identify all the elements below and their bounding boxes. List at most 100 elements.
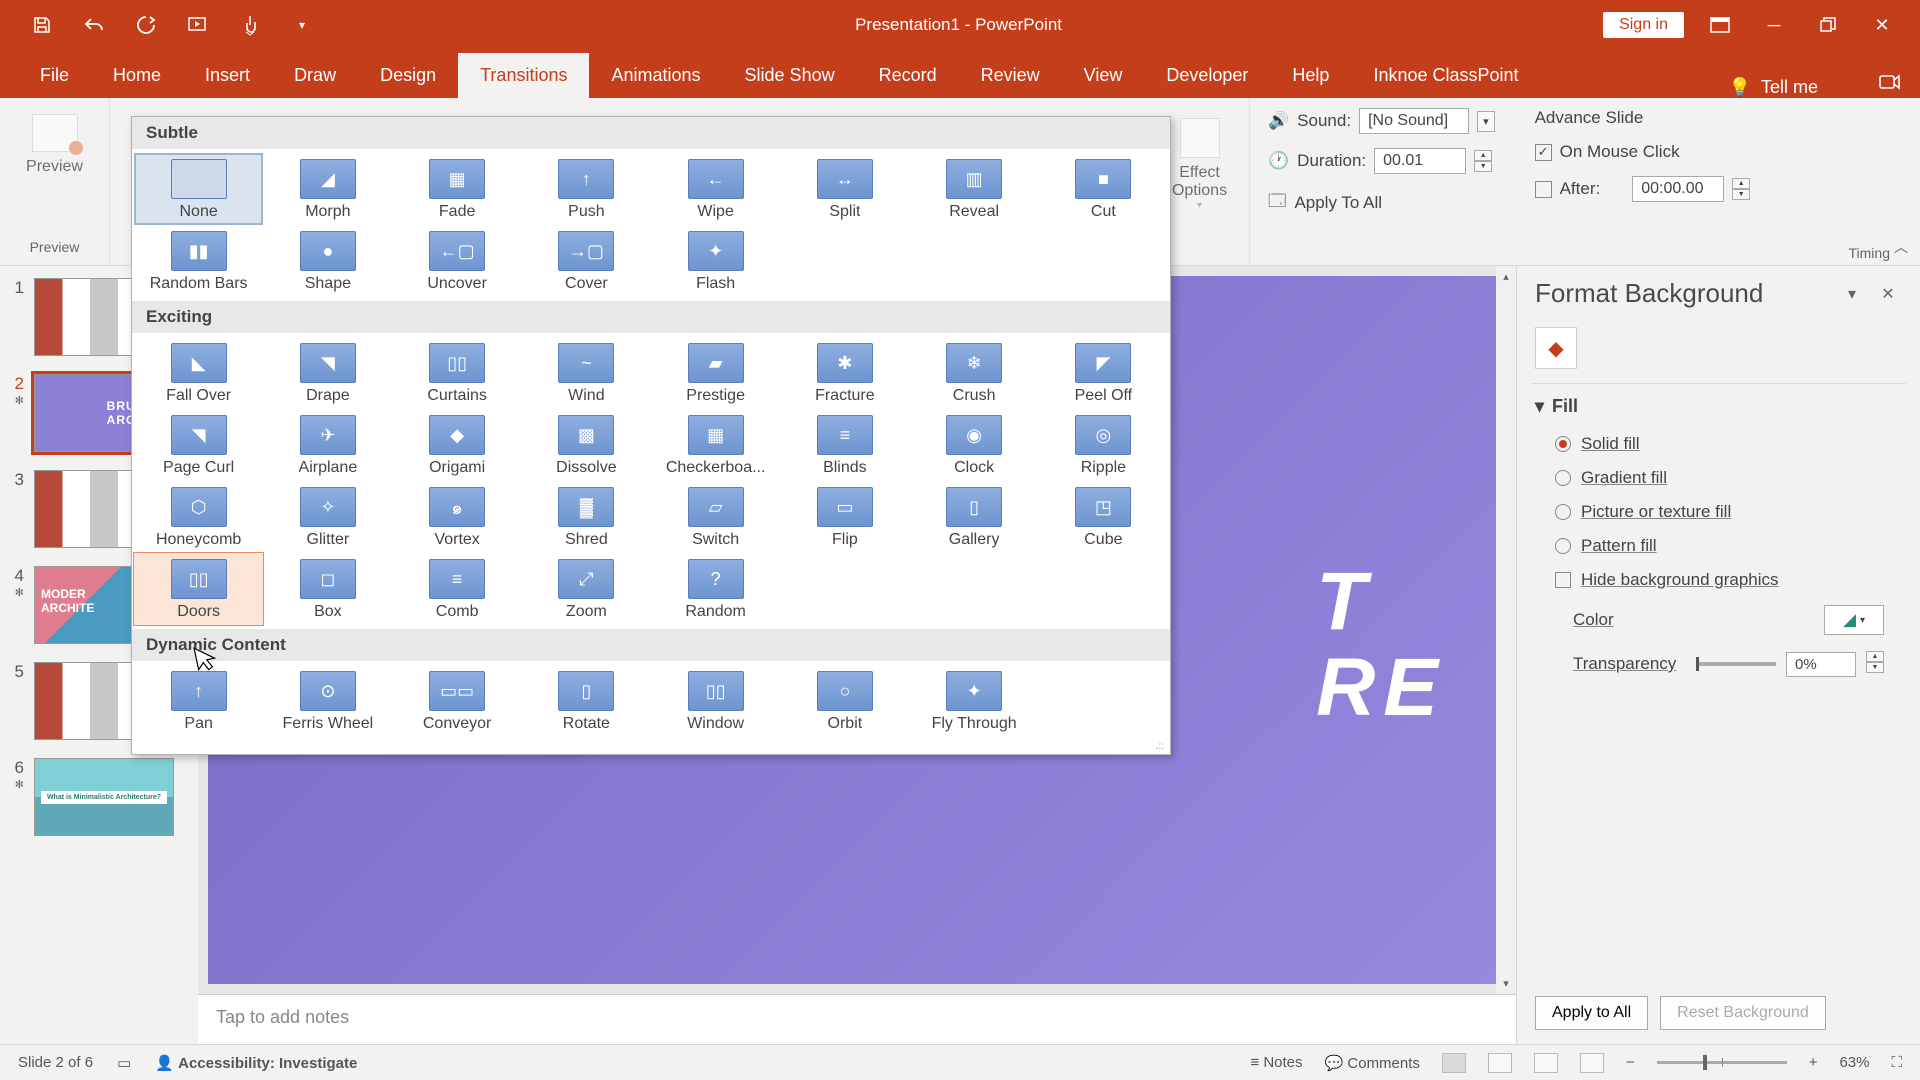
collapse-ribbon-icon[interactable]: ︿ [1894,237,1908,257]
transition-fade[interactable]: ▦Fade [393,153,522,225]
transition-origami[interactable]: ◆Origami [393,409,522,481]
on-click-checkbox[interactable]: ✓ [1535,144,1552,161]
transition-morph[interactable]: ◢Morph [263,153,392,225]
hide-bg-graphics-option[interactable]: Hide background graphics [1535,563,1902,597]
transition-dissolve[interactable]: ▩Dissolve [522,409,651,481]
tell-me[interactable]: 💡 Tell me [1729,77,1858,98]
after-input[interactable]: 00:00.00 [1632,176,1724,202]
tab-help[interactable]: Help [1270,53,1351,98]
tab-transitions[interactable]: Transitions [458,53,589,98]
picture-fill-option[interactable]: Picture or texture fill [1535,495,1902,529]
reading-view-button[interactable] [1534,1053,1558,1073]
transition-crush[interactable]: ❄Crush [910,337,1039,409]
transition-glitter[interactable]: ✧Glitter [263,481,392,553]
minimize-icon[interactable]: ─ [1756,7,1792,43]
tab-record[interactable]: Record [857,53,959,98]
transition-window[interactable]: ▯▯Window [651,665,780,737]
transition-pan[interactable]: ↑Pan [134,665,263,737]
transition-random-bars[interactable]: ▮▮Random Bars [134,225,263,297]
section-icon[interactable]: ▭ [117,1054,131,1072]
color-picker-button[interactable]: ◢▾ [1824,605,1884,635]
transparency-input[interactable]: 0% [1786,652,1856,677]
tab-design[interactable]: Design [358,53,458,98]
fill-section-header[interactable]: ▾Fill [1535,396,1902,417]
after-spinner[interactable]: ▲▼ [1732,178,1750,200]
fit-to-window-button[interactable]: ⛶ [1891,1054,1902,1071]
ribbon-display-options-icon[interactable] [1702,7,1738,43]
slide-sorter-view-button[interactable] [1488,1053,1512,1073]
sound-dropdown[interactable]: [No Sound] [1359,108,1469,134]
redo-icon[interactable] [134,13,158,37]
transition-honeycomb[interactable]: ⬡Honeycomb [134,481,263,553]
pattern-fill-option[interactable]: Pattern fill [1535,529,1902,563]
transition-conveyor[interactable]: ▭▭Conveyor [393,665,522,737]
preview-button[interactable]: Preview [12,104,97,186]
transition-split[interactable]: ↔Split [780,153,909,225]
transition-clock[interactable]: ◉Clock [910,409,1039,481]
fp-options-icon[interactable]: ▾ [1838,280,1866,308]
zoom-out-button[interactable]: − [1626,1054,1635,1071]
tab-home[interactable]: Home [91,53,183,98]
transition-checkerboa-[interactable]: ▦Checkerboa... [651,409,780,481]
on-mouse-click-row[interactable]: ✓ On Mouse Click [1535,142,1751,162]
accessibility-status[interactable]: 👤 Accessibility: Investigate [155,1054,357,1072]
close-icon[interactable]: ✕ [1864,7,1900,43]
signin-button[interactable]: Sign in [1603,12,1684,38]
slide-counter[interactable]: Slide 2 of 6 [18,1054,93,1071]
slideshow-view-button[interactable] [1580,1053,1604,1073]
transition-none[interactable]: None [134,153,263,225]
undo-icon[interactable] [82,13,106,37]
transition-fracture[interactable]: ✱Fracture [780,337,909,409]
tab-review[interactable]: Review [959,53,1062,98]
gallery-resize-handle[interactable]: .:: [132,741,1170,754]
fill-category-icon[interactable]: ◆ [1535,327,1577,369]
gradient-fill-option[interactable]: Gradient fill [1535,461,1902,495]
transition-fall-over[interactable]: ◣Fall Over [134,337,263,409]
normal-view-button[interactable] [1442,1053,1466,1073]
transition-random[interactable]: ?Random [651,553,780,625]
tab-classpoint[interactable]: Inknoe ClassPoint [1351,53,1540,98]
scroll-up-icon[interactable]: ▴ [1503,270,1509,283]
transition-shred[interactable]: ▓Shred [522,481,651,553]
transition-wipe[interactable]: ←Wipe [651,153,780,225]
transition-shape[interactable]: ●Shape [263,225,392,297]
transition-switch[interactable]: ▱Switch [651,481,780,553]
transition-push[interactable]: ↑Push [522,153,651,225]
transition-doors[interactable]: ▯▯Doors [134,553,263,625]
tab-file[interactable]: File [18,53,91,98]
tab-view[interactable]: View [1062,53,1145,98]
transition-orbit[interactable]: ○Orbit [780,665,909,737]
radio-pattern[interactable] [1555,538,1571,554]
transition-fly-through[interactable]: ✦Fly Through [910,665,1039,737]
transition-wind[interactable]: ~Wind [522,337,651,409]
transition-gallery[interactable]: ▯Gallery [910,481,1039,553]
transition-page-curl[interactable]: ◥Page Curl [134,409,263,481]
solid-fill-option[interactable]: Solid fill [1535,427,1902,461]
tab-animations[interactable]: Animations [589,53,722,98]
notes-button[interactable]: ≡ Notes [1250,1054,1302,1071]
thumb-image[interactable]: What is Minimalistic Architecture? [34,758,174,836]
zoom-in-button[interactable]: + [1809,1054,1818,1071]
checkbox-hide-bg[interactable] [1555,572,1571,588]
transition-box[interactable]: ◻Box [263,553,392,625]
qat-customize-icon[interactable]: ▾ [290,13,314,37]
maximize-icon[interactable] [1810,7,1846,43]
transition-blinds[interactable]: ≡Blinds [780,409,909,481]
after-checkbox[interactable] [1535,181,1552,198]
tab-slideshow[interactable]: Slide Show [723,53,857,98]
sound-dropdown-arrow[interactable]: ▾ [1477,111,1495,132]
transparency-slider[interactable] [1696,662,1776,666]
radio-gradient[interactable] [1555,470,1571,486]
slide-vertical-scrollbar[interactable]: ▴▾ [1496,266,1516,994]
slideshow-from-start-icon[interactable] [186,13,210,37]
zoom-level[interactable]: 63% [1839,1054,1869,1071]
fp-close-icon[interactable]: ✕ [1874,280,1902,308]
radio-picture[interactable] [1555,504,1571,520]
transition-reveal[interactable]: ▥Reveal [910,153,1039,225]
thumb-6[interactable]: 6✻What is Minimalistic Architecture? [8,758,190,836]
transition-vortex[interactable]: ๑Vortex [393,481,522,553]
scroll-down-icon[interactable]: ▾ [1503,977,1509,990]
tab-draw[interactable]: Draw [272,53,358,98]
transition-peel-off[interactable]: ◤Peel Off [1039,337,1168,409]
touch-mode-icon[interactable] [238,13,262,37]
